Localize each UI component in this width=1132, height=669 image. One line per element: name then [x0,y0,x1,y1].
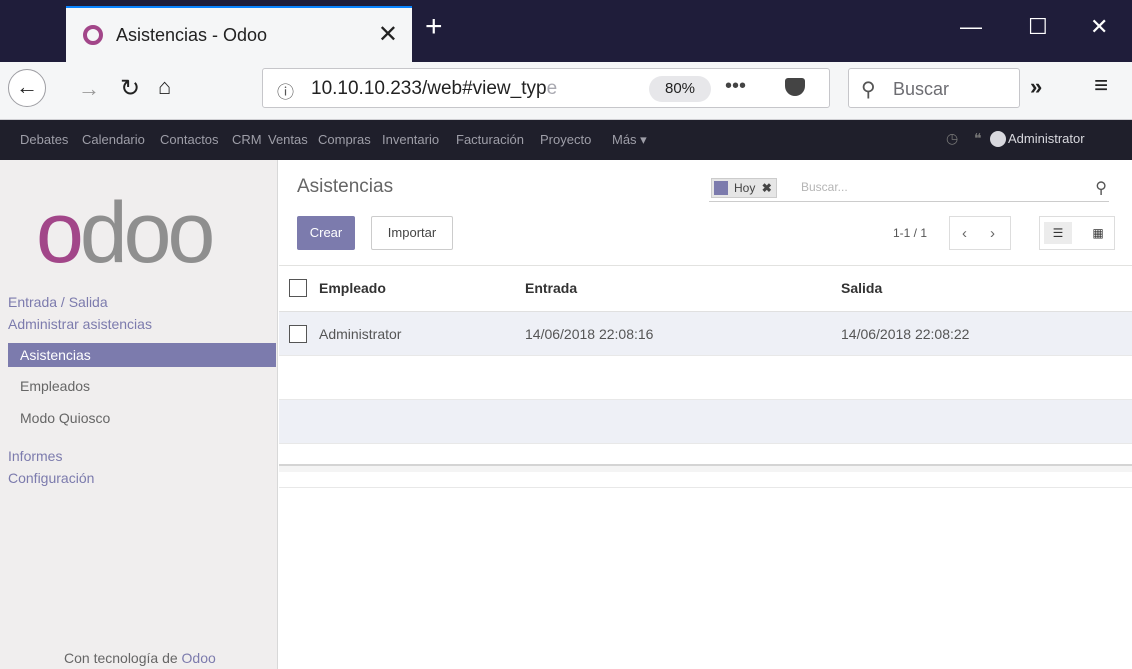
page-actions-icon[interactable]: ••• [725,75,746,98]
breadcrumb: Asistencias [297,176,394,197]
activity-clock-icon[interactable]: ◷ [946,130,958,147]
url-bar[interactable]: ⓘ 10.10.10.233/web#view_type 80% ••• [262,68,830,108]
pager-value[interactable]: 1-1 / 1 [893,226,927,240]
table-row[interactable]: Administrator 14/06/2018 22:08:16 14/06/… [279,312,1132,356]
sidebar-item-modo-quiosco[interactable]: Modo Quiosco [8,406,276,430]
browser-tab[interactable]: Asistencias - Odoo ✕ [66,6,412,62]
menu-inventario[interactable]: Inventario [382,132,439,147]
facet-remove-icon[interactable]: ✖ [762,181,772,195]
search-input[interactable]: Buscar... [801,180,848,194]
menu-mas[interactable]: Más ▾ [612,132,647,148]
close-tab-icon[interactable]: ✕ [378,20,398,49]
menu-debates[interactable]: Debates [20,132,68,147]
list-view-icon[interactable]: ☰ [1044,222,1072,244]
sidebar: odoo Entrada / Salida Administrar asiste… [0,160,278,669]
browser-titlebar: Asistencias - Odoo ✕ + — ☐ ✕ [0,0,1132,62]
info-icon[interactable]: ⓘ [277,78,294,103]
powered-by: Con tecnología de Odoo [64,650,216,666]
browser-search-placeholder: Buscar [893,79,950,99]
sidebar-section-informes[interactable]: Informes [8,448,62,464]
sidebar-section-entrada-salida[interactable]: Entrada / Salida [8,294,108,310]
import-button[interactable]: Importar [371,216,453,250]
reload-icon[interactable]: ↻ [120,74,140,103]
minimize-icon[interactable]: — [960,14,982,40]
table-header: Empleado Entrada Salida [279,266,1132,312]
hamburger-menu-icon[interactable]: ≡ [1094,72,1108,100]
view-switcher: ☰ ▦ [1039,216,1115,250]
sidebar-item-asistencias[interactable]: Asistencias [8,343,276,367]
table-row-empty [279,400,1132,444]
menu-proyecto[interactable]: Proyecto [540,132,591,147]
cell-salida: 14/06/2018 22:08:22 [841,326,970,342]
new-tab-icon[interactable]: + [425,12,443,42]
arrow-left-icon: ← [16,74,38,99]
odoo-favicon-icon [83,25,103,45]
menu-facturacion[interactable]: Facturación [456,132,524,147]
cell-entrada: 14/06/2018 22:08:16 [525,326,654,342]
search-icon: ⚲ [861,79,876,101]
filter-icon [714,181,728,195]
facet-label: Hoy [734,181,756,195]
search-facet[interactable]: Hoy ✖ [711,178,777,198]
user-menu[interactable]: Administrator [990,131,1085,147]
zoom-badge[interactable]: 80% [649,76,711,102]
titlebar-left-area [0,6,66,62]
create-button[interactable]: Crear [297,216,355,250]
search-view[interactable]: Hoy ✖ Buscar... ⚲ [709,176,1109,202]
column-header-entrada[interactable]: Entrada [525,280,577,296]
close-window-icon[interactable]: ✕ [1090,14,1108,40]
tab-title: Asistencias - Odoo [116,25,268,45]
browser-search-input[interactable]: ⚲ Buscar [848,68,1020,108]
back-button[interactable]: ← [8,69,46,107]
powered-prefix: Con tecnología de [64,650,182,666]
menu-calendario[interactable]: Calendario [82,132,145,147]
control-panel: Asistencias Crear Importar Hoy ✖ Buscar.… [279,160,1132,266]
sidebar-section-administrar[interactable]: Administrar asistencias [8,316,152,332]
table-row-empty [279,356,1132,400]
kanban-view-icon[interactable]: ▦ [1084,222,1112,244]
table-footer [279,464,1132,472]
row-checkbox[interactable] [289,325,307,343]
logo-letters-doo: doo [79,185,215,281]
chat-bubbles-icon[interactable]: ❝ [974,130,982,147]
chevron-right-icon[interactable]: › [990,225,995,242]
cell-empleado: Administrator [319,326,402,342]
pager-buttons: ‹ › [949,216,1011,250]
user-name: Administrator [1008,131,1085,146]
attendance-table: Empleado Entrada Salida Administrator 14… [279,266,1132,488]
logo-letter-o: o [36,185,84,281]
odoo-logo[interactable]: odoo [36,190,215,276]
url-text[interactable]: 10.10.10.233/web#view_type [311,78,557,100]
menu-ventas[interactable]: Ventas [268,132,308,147]
overflow-chevron-icon[interactable]: » [1030,74,1042,100]
maximize-icon[interactable]: ☐ [1028,14,1048,40]
search-icon[interactable]: ⚲ [1095,178,1107,198]
url-host: 10.10.10.233/web#view_typ [311,78,547,99]
menu-compras[interactable]: Compras [318,132,371,147]
chevron-left-icon[interactable]: ‹ [962,225,967,242]
home-icon[interactable]: ⌂ [158,74,171,100]
select-all-checkbox[interactable] [289,279,307,297]
powered-brand-link[interactable]: Odoo [182,650,216,666]
main-content: Asistencias Crear Importar Hoy ✖ Buscar.… [279,160,1132,669]
column-header-salida[interactable]: Salida [841,280,882,296]
url-faded: e [546,78,558,99]
pocket-icon[interactable] [785,78,805,96]
sidebar-section-configuracion[interactable]: Configuración [8,470,94,486]
forward-icon[interactable]: → [78,76,100,102]
menu-crm[interactable]: CRM [232,132,262,147]
column-header-empleado[interactable]: Empleado [319,280,386,296]
sidebar-item-empleados[interactable]: Empleados [8,374,276,398]
browser-navbar: ← → ↻ ⌂ ⓘ 10.10.10.233/web#view_type 80%… [0,62,1132,120]
menu-contactos[interactable]: Contactos [160,132,219,147]
odoo-top-menu: Debates Calendario Contactos CRM Ventas … [0,120,1132,160]
avatar [990,131,1006,147]
